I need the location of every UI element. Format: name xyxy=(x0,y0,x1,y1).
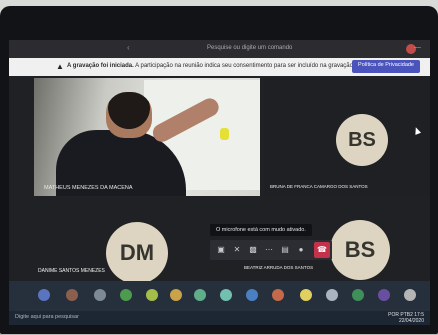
mic-muted-tooltip: O microfone está com mudo ativado. xyxy=(210,224,312,236)
participant-name-main: MATHEUS MENEZES DA MACENA xyxy=(44,185,133,191)
avatar: BS xyxy=(330,220,390,280)
back-icon[interactable]: ‹ xyxy=(127,43,130,52)
recording-consent-text: A participação na reunião indica seu con… xyxy=(135,63,385,69)
marker xyxy=(220,128,229,140)
app-icon[interactable] xyxy=(220,289,232,301)
participant-name-right: BRUNA DE FRANCA CAMARGO DOS SANTOS xyxy=(270,184,368,189)
app-icon[interactable] xyxy=(66,289,78,301)
app-icon[interactable] xyxy=(170,289,182,301)
participant-name-bottom-right: BEATRIZ ARRUDA DOS SANTOS xyxy=(244,265,314,270)
taskbar-clock: POR PTB2 17:5 22/04/2020 xyxy=(388,312,424,324)
recording-message: A gravação foi iniciada. A participação … xyxy=(67,63,385,69)
app-icon[interactable] xyxy=(300,289,312,301)
chat-icon[interactable]: ▤ xyxy=(280,245,290,255)
app-icon[interactable] xyxy=(94,289,106,301)
call-controls: ▣ ✕ ▩ ⋯ ▤ ● ☎ xyxy=(210,240,332,260)
avatar: DM xyxy=(106,222,168,284)
microphone-icon[interactable]: ✕ xyxy=(232,245,242,255)
app-icon[interactable] xyxy=(246,289,258,301)
hang-up-button[interactable]: ☎ xyxy=(314,242,330,258)
title-bar: ‹ Pesquise ou digite um comando — xyxy=(9,40,430,58)
participants-icon[interactable]: ● xyxy=(296,245,306,255)
app-icon[interactable] xyxy=(38,289,50,301)
more-actions-icon[interactable]: ⋯ xyxy=(264,245,274,255)
windows-taskbar: Digite aqui para pesquisar POR PTB2 17:5… xyxy=(9,311,430,325)
app-icon[interactable] xyxy=(146,289,158,301)
video-tile-main[interactable] xyxy=(34,78,260,196)
warning-icon: ▲ xyxy=(56,62,64,71)
recording-started: A gravação foi iniciada. xyxy=(67,63,134,69)
avatar: BS xyxy=(336,114,388,166)
app-icon[interactable] xyxy=(378,289,390,301)
search-input[interactable]: Pesquise ou digite um comando xyxy=(207,45,292,51)
app-icon[interactable] xyxy=(272,289,284,301)
window-controls[interactable]: — xyxy=(414,44,424,51)
app-icon[interactable] xyxy=(352,289,364,301)
person-head xyxy=(106,92,152,138)
app-icon[interactable] xyxy=(404,289,416,301)
app-icon[interactable] xyxy=(326,289,338,301)
participant-name-bottom-left: DANIME SANTOS MENEZES xyxy=(38,268,105,274)
app-icon[interactable] xyxy=(194,289,206,301)
taskbar-search[interactable]: Digite aqui para pesquisar xyxy=(15,314,79,320)
camera-icon[interactable]: ▣ xyxy=(216,245,226,255)
app-icon[interactable] xyxy=(120,289,132,301)
share-screen-icon[interactable]: ▩ xyxy=(248,245,258,255)
recording-banner: ▲ A gravação foi iniciada. A participaçã… xyxy=(9,58,430,76)
clock-date: 22/04/2020 xyxy=(398,318,424,324)
privacy-policy-button[interactable]: Política de Privacidade xyxy=(352,60,420,73)
